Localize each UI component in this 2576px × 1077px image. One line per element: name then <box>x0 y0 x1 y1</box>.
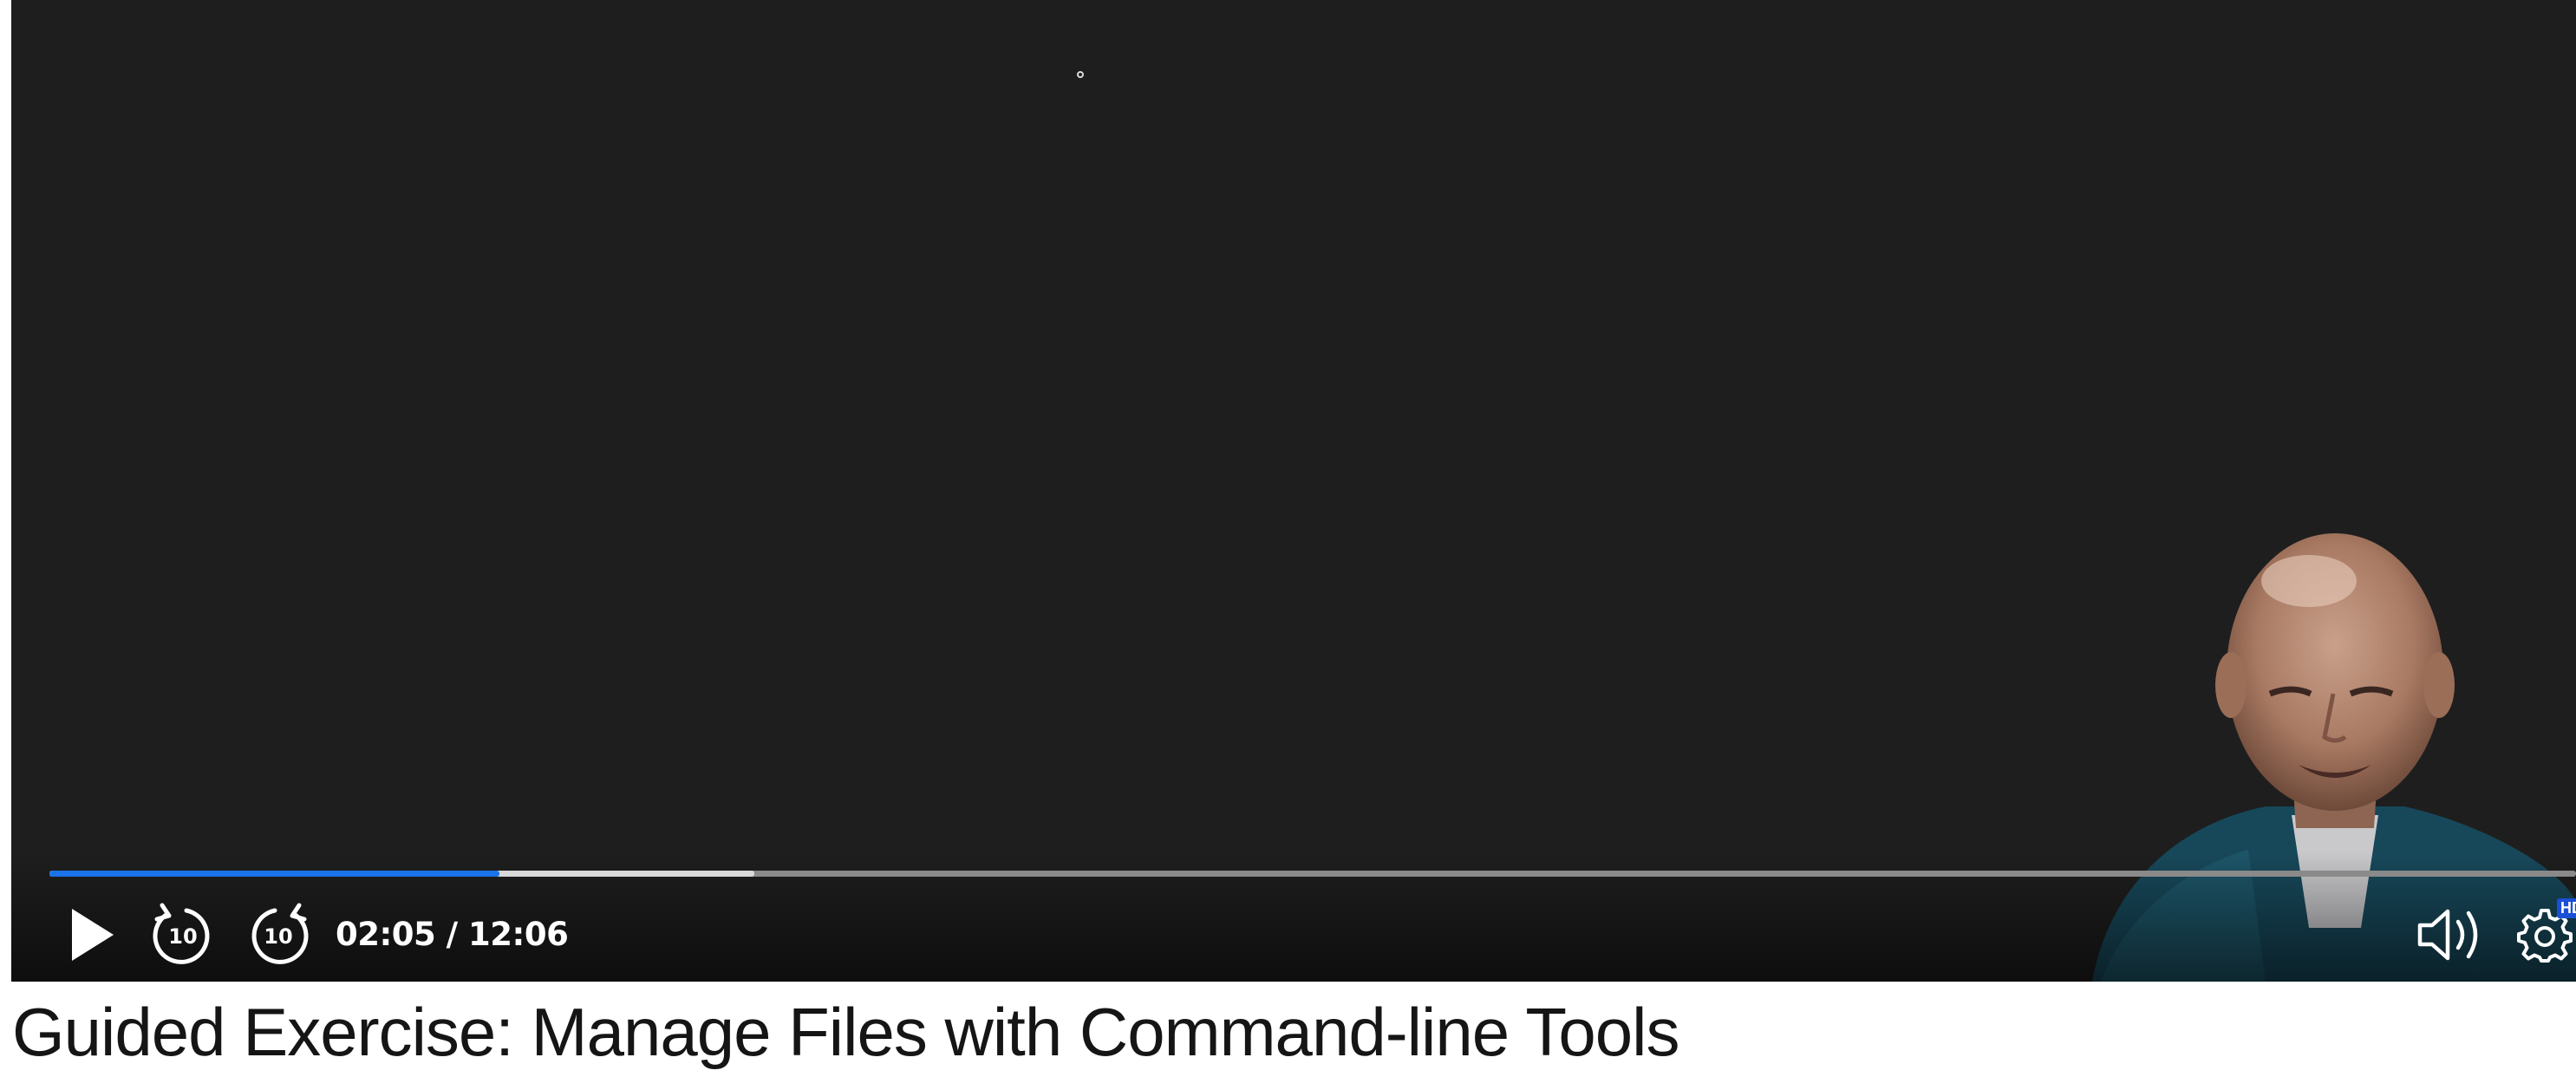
rewind-seconds-label: 10 <box>168 924 197 949</box>
volume-icon <box>2417 909 2478 961</box>
seek-bar[interactable] <box>49 871 2576 877</box>
video-player[interactable]: 10 10 02:05 / 12:06 HD <box>11 0 2576 982</box>
cursor-indicator <box>1077 71 1084 78</box>
play-button[interactable] <box>60 902 126 968</box>
forward-10-button[interactable]: 10 <box>244 900 313 969</box>
time-display: 02:05 / 12:06 <box>336 916 569 953</box>
forward-10-icon: 10 <box>251 903 309 964</box>
hd-badge: HD <box>2557 898 2576 918</box>
forward-seconds-label: 10 <box>264 924 292 949</box>
play-icon <box>72 909 114 961</box>
page-title: Guided Exercise: Manage Files with Comma… <box>12 994 1679 1070</box>
rewind-10-button[interactable]: 10 <box>148 900 218 969</box>
settings-button[interactable]: HD <box>2510 898 2576 971</box>
volume-button[interactable] <box>2410 902 2493 968</box>
rewind-10-icon: 10 <box>153 903 210 964</box>
seek-bar-played <box>49 871 499 877</box>
